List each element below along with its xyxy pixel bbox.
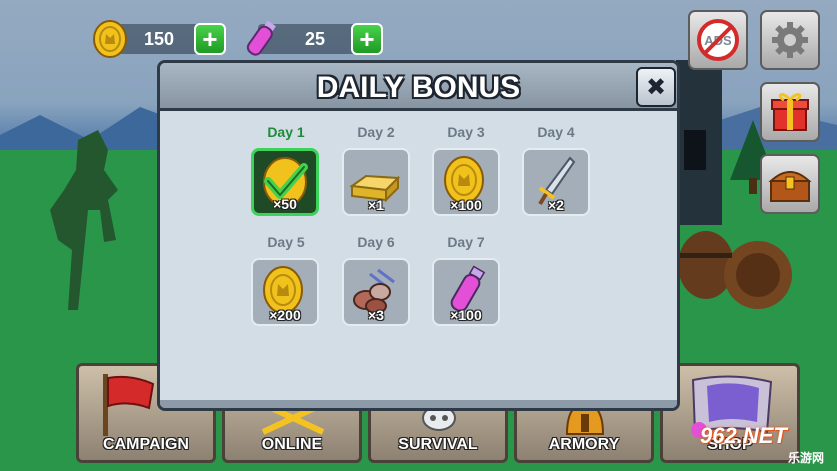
campaign-label: CAMPAIGN xyxy=(103,436,189,453)
day-6-reward[interactable]: ×3 xyxy=(342,258,410,326)
day-1-label: Day 1 xyxy=(267,124,305,140)
day-2-count: ×1 xyxy=(368,197,384,213)
day-6-label: Day 6 xyxy=(357,234,395,250)
gift-box-icon xyxy=(771,93,809,131)
add-coins-button[interactable]: + xyxy=(194,23,226,55)
day-4-reward[interactable]: ×2 xyxy=(522,148,590,216)
settings-button[interactable] xyxy=(760,10,820,70)
gear-icon xyxy=(772,22,808,58)
day-3-count: ×100 xyxy=(450,197,482,213)
daily-bonus-dialog: DAILY BONUS ✖ Day 1 ×50 Day 2 ×1 Day 3 ×… xyxy=(157,60,680,411)
gift-button[interactable] xyxy=(760,82,820,142)
watermark-sub: 乐游网 xyxy=(788,451,825,465)
day-2-reward[interactable]: ×1 xyxy=(342,148,410,216)
add-potions-button[interactable]: + xyxy=(351,23,383,55)
dialog-title: DAILY BONUS xyxy=(316,71,521,104)
close-button[interactable]: ✖ xyxy=(636,67,676,107)
day-5-label: Day 5 xyxy=(267,234,305,250)
site-watermark: 962.NET 乐游网 xyxy=(700,421,835,465)
day-3-label: Day 3 xyxy=(447,124,485,140)
day-7-reward[interactable]: ×100 xyxy=(432,258,500,326)
treasure-chest-icon xyxy=(768,171,812,202)
armory-label: ARMORY xyxy=(548,436,620,453)
day-2-label: Day 2 xyxy=(357,124,395,140)
day-1-reward[interactable]: ×50 xyxy=(251,148,319,216)
day-6-count: ×3 xyxy=(368,307,384,323)
day-3-reward[interactable]: ×100 xyxy=(432,148,500,216)
coin-count: 150 xyxy=(143,29,175,49)
potion-vial-icon xyxy=(246,20,276,56)
day-4-label: Day 4 xyxy=(537,124,575,140)
red-flag-icon xyxy=(103,374,155,436)
survival-label: SURVIVAL xyxy=(398,436,478,453)
dialog-footer xyxy=(160,400,677,408)
day-7-count: ×100 xyxy=(450,307,482,323)
plus-icon: + xyxy=(202,24,218,54)
close-icon: ✖ xyxy=(645,73,667,101)
day-1-count: ×50 xyxy=(273,196,297,212)
gold-coin-icon xyxy=(93,20,127,58)
chest-button[interactable] xyxy=(760,154,820,214)
day-5-count: ×200 xyxy=(269,307,301,323)
online-label: ONLINE xyxy=(261,436,323,453)
no-ads-icon: ADS xyxy=(697,19,739,61)
day-7-label: Day 7 xyxy=(447,234,485,250)
watermark-main: 962.NET xyxy=(700,423,787,448)
dialog-header: DAILY BONUS ✖ xyxy=(160,63,677,111)
plus-icon: + xyxy=(359,24,375,54)
no-ads-button[interactable]: ADS xyxy=(688,10,748,70)
potion-count: 25 xyxy=(304,29,326,49)
day-5-reward[interactable]: ×200 xyxy=(251,258,319,326)
potion-counter: 25 xyxy=(246,20,358,56)
day-4-count: ×2 xyxy=(548,197,564,213)
